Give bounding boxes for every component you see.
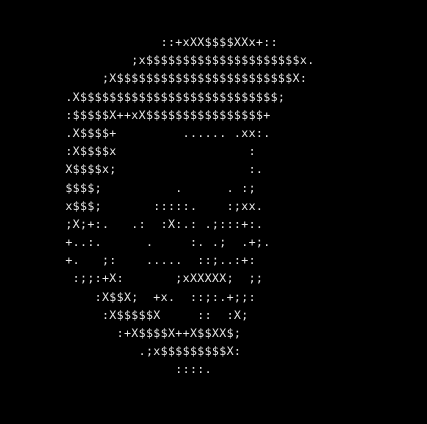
ascii-art-line: +..:. . :. .; .+;. <box>58 235 271 250</box>
ascii-art-line: x$$$; :::::. :;xx. <box>58 198 264 213</box>
ascii-art-line: ;x$$$$$$$$$$$$$$$$$$$$$x. <box>58 53 315 68</box>
ascii-art-line: .X$$$$$$$$$$$$$$$$$$$$$$$$$$$; <box>58 89 286 104</box>
ascii-art-line: .X$$$$+ ...... .xx:. <box>58 125 271 140</box>
ascii-art-line: :$$$$$X++xX$$$$$$$$$$$$$$$$+ <box>58 107 271 122</box>
ascii-art-line: :X$$$$$X :: :X; <box>58 307 249 322</box>
ascii-art-line: ;X;+:. .: :X:.: .;:::+:. <box>58 216 264 231</box>
ascii-art-line: ::+xXX$$$$XXx+:: <box>58 35 278 49</box>
ascii-art-line: ;X$$$$$$$$$$$$$$$$$$$$$$$$X: <box>58 71 308 86</box>
ascii-art-line: :+X$$$$X++X$$XX$; <box>58 326 242 340</box>
ascii-art-portrait: ::+xXX$$$$XXx+:: ;x$$$$$$$$$$$$$$$$$$$$$… <box>58 33 315 379</box>
ascii-art-line: $$$$; . . :; <box>58 180 256 195</box>
ascii-art-line: +. ;: ..... ::;..:+: <box>58 253 256 268</box>
ascii-art-line: .;x$$$$$$$$$X: <box>58 344 242 359</box>
ascii-art-line: :X$$X; +x. ::;:.+;;: <box>58 289 256 304</box>
ascii-art-line: :;;:+X: ;xXXXXX; ;; <box>58 271 264 286</box>
ascii-art-line: ::::. <box>58 362 212 377</box>
ascii-art-line: :X$$$$x : <box>58 144 256 159</box>
ascii-art-line: X$$$$x; :. <box>58 162 264 177</box>
